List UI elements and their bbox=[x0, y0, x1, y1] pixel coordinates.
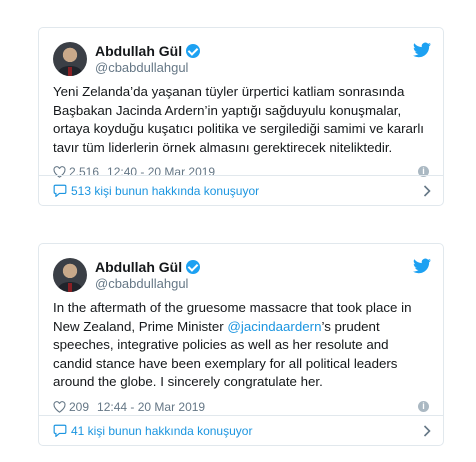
chevron-right-icon bbox=[423, 425, 431, 437]
speech-bubble-icon bbox=[53, 184, 67, 197]
conversation-link[interactable]: 41 kişi bunun hakkında konuşuyor bbox=[39, 415, 443, 445]
twitter-bird-icon[interactable] bbox=[413, 42, 431, 58]
display-name[interactable]: Abdullah Gül bbox=[95, 259, 182, 276]
info-icon[interactable]: i bbox=[418, 400, 429, 412]
avatar-detail bbox=[68, 283, 72, 292]
author-names: Abdullah Gül @cbabdullahgul bbox=[95, 43, 201, 76]
display-name[interactable]: Abdullah Gül bbox=[95, 43, 182, 60]
tweet-text: In the aftermath of the gruesome massacr… bbox=[53, 299, 429, 392]
display-name-row: Abdullah Gül bbox=[95, 43, 201, 60]
conversation-link[interactable]: 513 kişi bunun hakkında konuşuyor bbox=[39, 175, 443, 205]
chevron-right-icon bbox=[423, 185, 431, 197]
conversation-count-text: 513 kişi bunun hakkında konuşuyor bbox=[71, 183, 260, 198]
tweet-timestamp[interactable]: 12:44 - 20 Mar 2019 bbox=[97, 400, 205, 414]
avatar[interactable] bbox=[53, 42, 87, 76]
mention-link[interactable]: @jacindaardern bbox=[227, 319, 321, 334]
avatar[interactable] bbox=[53, 258, 87, 292]
like-count[interactable]: 209 bbox=[69, 400, 89, 414]
speech-bubble-icon bbox=[53, 424, 67, 437]
user-handle[interactable]: @cbabdullahgul bbox=[95, 276, 200, 292]
twitter-bird-icon[interactable] bbox=[413, 258, 431, 274]
tweet-card[interactable]: Abdullah Gül @cbabdullahgul In the after… bbox=[38, 243, 444, 446]
tweet-meta: 209 12:44 - 20 Mar 2019 i bbox=[53, 398, 429, 416]
verified-badge-icon bbox=[186, 260, 201, 275]
conversation-count-text: 41 kişi bunun hakkında konuşuyor bbox=[71, 423, 253, 438]
tweet-header: Abdullah Gül @cbabdullahgul bbox=[53, 255, 429, 295]
tweet-text: Yeni Zelanda’da yaşanan tüyler ürpertici… bbox=[53, 83, 429, 157]
tweet-body: Abdullah Gül @cbabdullahgul In the after… bbox=[39, 244, 443, 416]
avatar-detail bbox=[68, 67, 72, 76]
tweet-card[interactable]: Abdullah Gül @cbabdullahgul Yeni Zelanda… bbox=[38, 27, 444, 206]
tweet-text-part: Yeni Zelanda’da yaşanan tüyler ürpertici… bbox=[53, 84, 424, 155]
heart-icon[interactable] bbox=[53, 400, 66, 413]
tweet-header: Abdullah Gül @cbabdullahgul bbox=[53, 39, 429, 79]
tweet-body: Abdullah Gül @cbabdullahgul Yeni Zelanda… bbox=[39, 28, 443, 181]
verified-badge-icon bbox=[186, 44, 201, 59]
author-names: Abdullah Gül @cbabdullahgul bbox=[95, 259, 201, 292]
display-name-row: Abdullah Gül bbox=[95, 259, 201, 276]
user-handle[interactable]: @cbabdullahgul bbox=[95, 60, 200, 76]
